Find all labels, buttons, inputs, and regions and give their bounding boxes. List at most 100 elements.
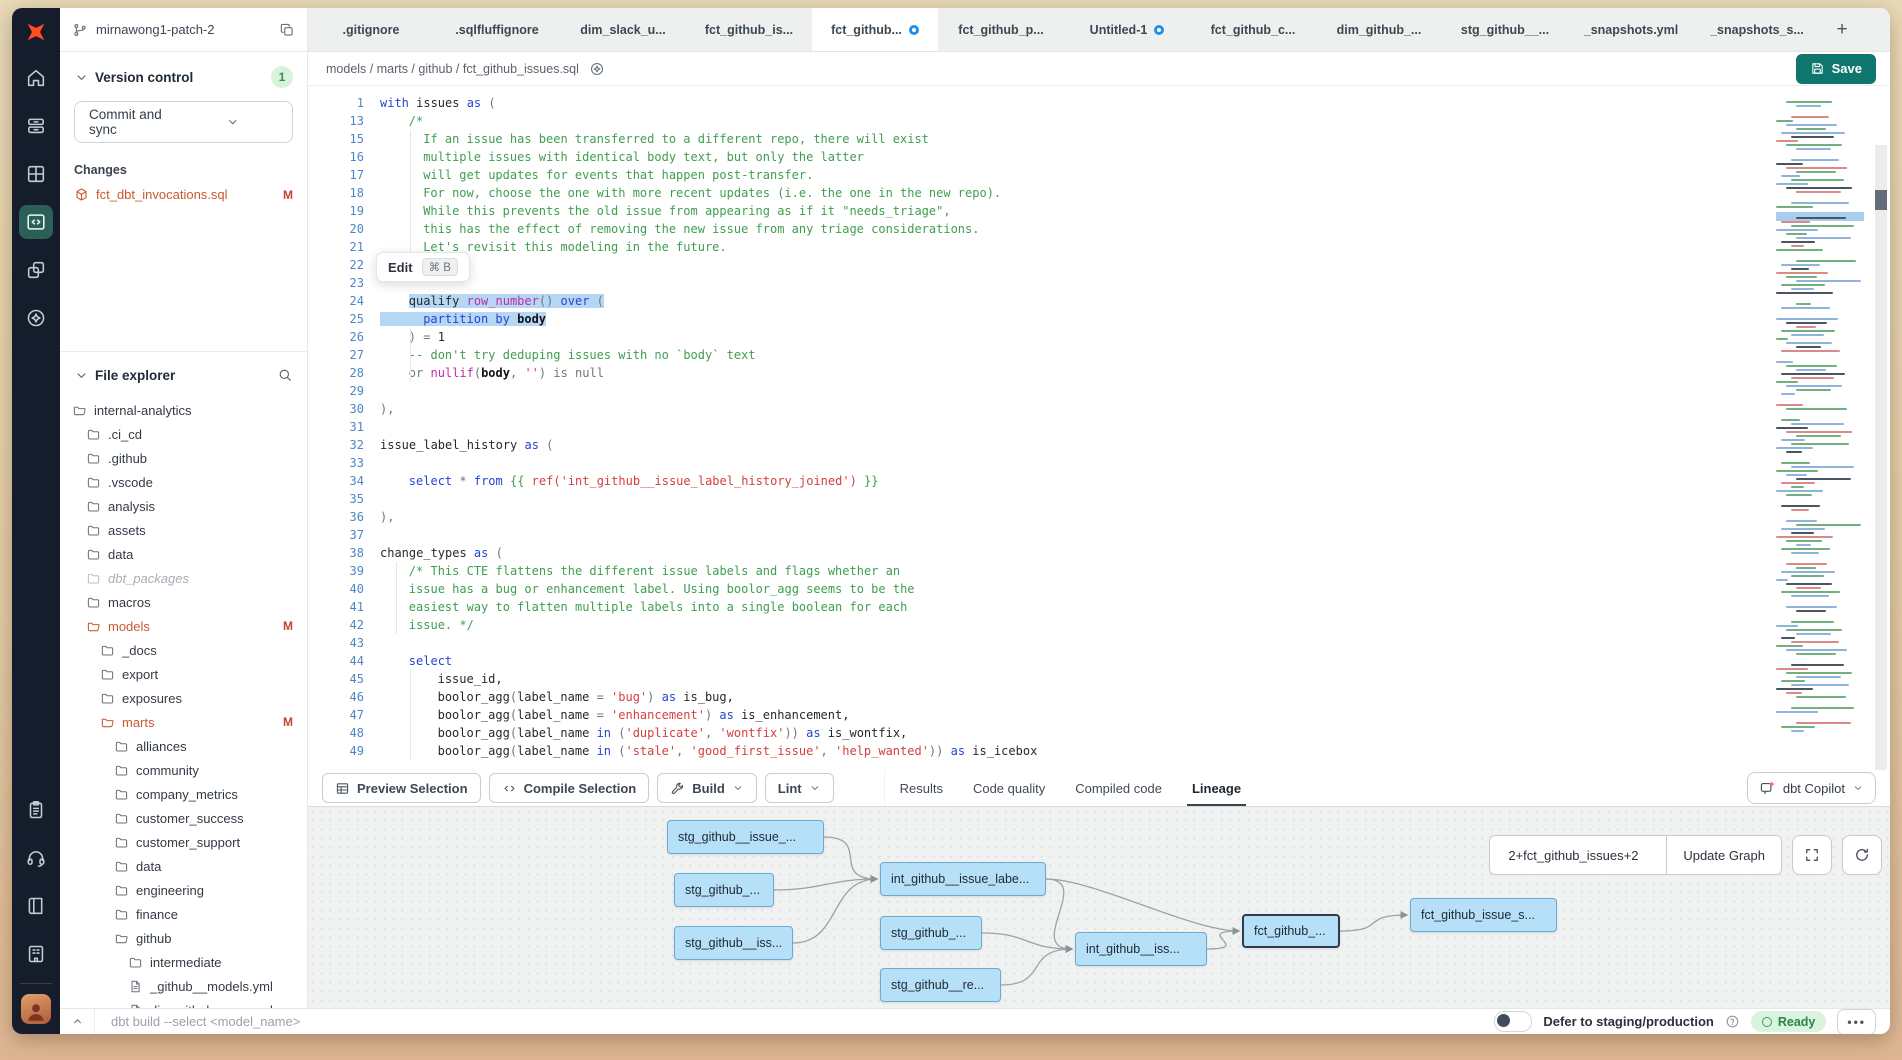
panel-button-preview-selection[interactable]: Preview Selection	[322, 773, 481, 803]
code-line-18[interactable]: 18For now, choose the one with more rece…	[308, 184, 1770, 202]
user-avatar[interactable]	[21, 994, 51, 1024]
chevron-down-icon[interactable]	[74, 70, 89, 85]
tree-item-analysis[interactable]: analysis	[60, 494, 307, 518]
code-line-42[interactable]: 42issue. */	[308, 616, 1770, 634]
edit-tooltip[interactable]: Edit ⌘ B	[376, 252, 470, 282]
panel-button-build[interactable]: Build	[657, 773, 757, 803]
rail-item-grid[interactable]	[19, 157, 53, 191]
more-options-button[interactable]: •••	[1837, 1009, 1876, 1035]
tree-item-assets[interactable]: assets	[60, 518, 307, 542]
fullscreen-button[interactable]	[1792, 835, 1832, 875]
code-line-35[interactable]: 35	[308, 490, 1770, 508]
rail-item-compare[interactable]	[19, 253, 53, 287]
tree-item-.ci_cd[interactable]: .ci_cd	[60, 422, 307, 446]
code-line-24[interactable]: 24qualify row_number() over (	[308, 292, 1770, 310]
code-line-36[interactable]: 36),	[308, 508, 1770, 526]
code-line-46[interactable]: 46boolor_agg(label_name = 'bug') as is_b…	[308, 688, 1770, 706]
view-docs-compass-icon[interactable]	[589, 61, 605, 77]
rail-item-archive[interactable]	[19, 109, 53, 143]
tree-item-.github[interactable]: .github	[60, 446, 307, 470]
tree-item-_github__models.yml[interactable]: _github__models.yml	[60, 974, 307, 998]
tab-fct-github-p-[interactable]: fct_github_p...	[938, 8, 1064, 51]
tab-untitled-1[interactable]: Untitled-1	[1064, 8, 1190, 51]
code-line-25[interactable]: 25partition by body	[308, 310, 1770, 328]
expand-command-bar-button[interactable]	[60, 1009, 95, 1034]
code-line-1[interactable]: 1with issues as (	[308, 94, 1770, 112]
code-line-32[interactable]: 32issue_label_history as (	[308, 436, 1770, 454]
tree-item-export[interactable]: export	[60, 662, 307, 686]
code-line-27[interactable]: 27-- don't try deduping issues with no `…	[308, 346, 1770, 364]
panel-tab-code-quality[interactable]: Code quality	[958, 770, 1060, 806]
editor-scrollbar[interactable]	[1874, 86, 1888, 770]
code-line-17[interactable]: 17will get updates for events that happe…	[308, 166, 1770, 184]
tree-item-dbt_packages[interactable]: dbt_packages	[60, 566, 307, 590]
lineage-node-5[interactable]: stg_github__re...	[880, 968, 1001, 1002]
code-line-40[interactable]: 40issue has a bug or enhancement label. …	[308, 580, 1770, 598]
tree-item-community[interactable]: community	[60, 758, 307, 782]
tree-item-intermediate[interactable]: intermediate	[60, 950, 307, 974]
tree-item-data[interactable]: data	[60, 542, 307, 566]
tab-fct-github-c-[interactable]: fct_github_c...	[1190, 8, 1316, 51]
tree-item-finance[interactable]: finance	[60, 902, 307, 926]
rail-item-compass[interactable]	[19, 301, 53, 335]
tree-item-_docs[interactable]: _docs	[60, 638, 307, 662]
tab--sqlfluffignore[interactable]: .sqlfluffignore	[434, 8, 560, 51]
tab--snapshots-s-[interactable]: _snapshots_s...	[1694, 8, 1820, 51]
tab--gitignore[interactable]: .gitignore	[308, 8, 434, 51]
code-line-30[interactable]: 30),	[308, 400, 1770, 418]
code-line-21[interactable]: 21Let's revisit this modeling in the fut…	[308, 238, 1770, 256]
panel-tab-lineage[interactable]: Lineage	[1177, 770, 1256, 806]
tree-item-internal-analytics[interactable]: internal-analytics	[60, 398, 307, 422]
code-line-23[interactable]: 23	[308, 274, 1770, 292]
tree-item-company_metrics[interactable]: company_metrics	[60, 782, 307, 806]
defer-toggle[interactable]	[1494, 1011, 1532, 1032]
search-icon[interactable]	[277, 367, 293, 383]
tree-item-data[interactable]: data	[60, 854, 307, 878]
code-line-45[interactable]: 45issue_id,	[308, 670, 1770, 688]
lineage-node-1[interactable]: stg_github_...	[674, 873, 774, 907]
save-button[interactable]: Save	[1796, 54, 1876, 84]
rail-item-headset[interactable]	[19, 841, 53, 875]
lineage-node-8[interactable]: fct_github_issue_s...	[1410, 898, 1557, 932]
tree-item-github[interactable]: github	[60, 926, 307, 950]
code-line-15[interactable]: 15If an issue has been transferred to a …	[308, 130, 1770, 148]
code-line-43[interactable]: 43	[308, 634, 1770, 652]
copy-branch-icon[interactable]	[279, 22, 295, 38]
dbt-copilot-button[interactable]: dbt Copilot	[1747, 772, 1876, 804]
code-line-20[interactable]: 20this has the effect of removing the ne…	[308, 220, 1770, 238]
changed-file-fct_dbt_invocations.sql[interactable]: fct_dbt_invocations.sqlM	[74, 187, 293, 202]
code-line-29[interactable]: 29	[308, 382, 1770, 400]
commit-and-sync-dropdown[interactable]: Commit and sync	[74, 101, 293, 143]
scrollbar-thumb[interactable]	[1875, 190, 1887, 210]
tree-item-.vscode[interactable]: .vscode	[60, 470, 307, 494]
code-line-19[interactable]: 19While this prevents the old issue from…	[308, 202, 1770, 220]
tab-dim-slack-u-[interactable]: dim_slack_u...	[560, 8, 686, 51]
code-line-26[interactable]: 26) = 1	[308, 328, 1770, 346]
rail-item-home[interactable]	[19, 61, 53, 95]
tab--snapshots-yml[interactable]: _snapshots.yml	[1568, 8, 1694, 51]
rail-item-clipboard[interactable]	[19, 793, 53, 827]
tree-item-dim_github_users.sql[interactable]: dim_github_users.sql	[60, 998, 307, 1008]
code-line-48[interactable]: 48boolor_agg(label_name in ('duplicate',…	[308, 724, 1770, 742]
tab-stg-github-[interactable]: stg_github__...	[1442, 8, 1568, 51]
tree-item-customer_support[interactable]: customer_support	[60, 830, 307, 854]
tree-item-customer_success[interactable]: customer_success	[60, 806, 307, 830]
lineage-node-6[interactable]: int_github__iss...	[1075, 932, 1207, 966]
refresh-graph-button[interactable]	[1842, 835, 1882, 875]
tree-item-engineering[interactable]: engineering	[60, 878, 307, 902]
tree-item-alliances[interactable]: alliances	[60, 734, 307, 758]
code-line-16[interactable]: 16multiple issues with identical body te…	[308, 148, 1770, 166]
tree-item-macros[interactable]: macros	[60, 590, 307, 614]
code-line-33[interactable]: 33	[308, 454, 1770, 472]
code-line-37[interactable]: 37	[308, 526, 1770, 544]
tab-dim-github-[interactable]: dim_github_...	[1316, 8, 1442, 51]
rail-item-code-editor[interactable]	[19, 205, 53, 239]
code-line-41[interactable]: 41easiest way to flatten multiple labels…	[308, 598, 1770, 616]
code-line-34[interactable]: 34select * from {{ ref('int_github__issu…	[308, 472, 1770, 490]
tree-item-exposures[interactable]: exposures	[60, 686, 307, 710]
chevron-down-icon[interactable]	[74, 368, 89, 383]
lineage-node-7[interactable]: fct_github_...	[1242, 914, 1340, 948]
code-line-38[interactable]: 38change_types as (	[308, 544, 1770, 562]
new-tab-button[interactable]: +	[1820, 8, 1864, 51]
lineage-node-0[interactable]: stg_github__issue_...	[667, 820, 824, 854]
